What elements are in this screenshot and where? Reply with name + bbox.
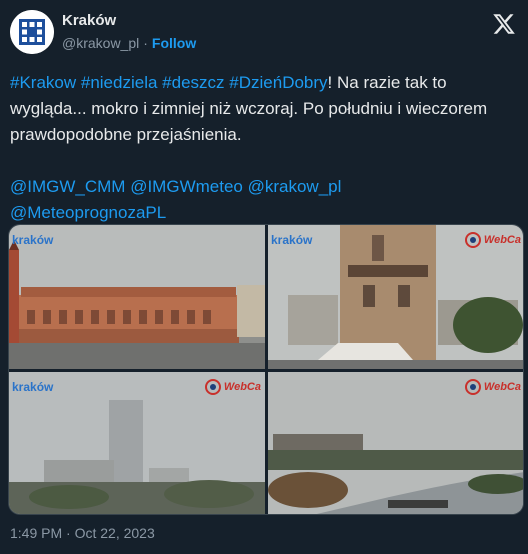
- hashtag[interactable]: #niedziela: [81, 73, 158, 92]
- webcam-image-unity-tower[interactable]: kraków WebCa: [9, 372, 265, 514]
- tweet-text: #Krakow #niedziela #deszcz #DzieńDobry! …: [10, 70, 520, 226]
- hashtag[interactable]: #DzieńDobry: [229, 73, 327, 92]
- tweet-timestamp[interactable]: 1:49 PM · Oct 22, 2023: [10, 525, 155, 541]
- camera-label: kraków: [271, 233, 313, 247]
- webcam-image-town-hall-tower[interactable]: kraków WebCa: [268, 225, 523, 369]
- x-logo-icon[interactable]: [492, 12, 516, 36]
- camera-label: kraków: [12, 233, 54, 247]
- webcam-image-vistula-river[interactable]: WebCa: [268, 372, 523, 514]
- webcam-brand: WebCa: [223, 381, 261, 393]
- handle-row: @krakow_pl · Follow: [62, 35, 196, 51]
- media-grid: kraków kraków WebCa kraków WebCa WebCa: [8, 224, 524, 515]
- hashtag[interactable]: #Krakow: [10, 73, 76, 92]
- tweet-card: Kraków @krakow_pl · Follow #Krakow #niedzi…: [0, 0, 528, 554]
- mention[interactable]: @IMGWmeteo: [130, 177, 243, 196]
- mention[interactable]: @MeteoprognozaPL: [10, 203, 166, 222]
- webcam-logo-icon: [204, 379, 221, 395]
- mentions: @IMGW_CMM @IMGWmeteo @krakow_pl @Meteopro…: [10, 174, 520, 226]
- webcam-logo-icon: [464, 379, 481, 395]
- mention[interactable]: @IMGW_CMM: [10, 177, 125, 196]
- separator: ·: [143, 35, 148, 51]
- webcam-brand: WebCa: [483, 381, 521, 393]
- follow-button[interactable]: Follow: [152, 35, 196, 51]
- krakow-logo-icon: [10, 10, 54, 54]
- webcam-badge: WebCa: [204, 377, 261, 397]
- hashtag[interactable]: #deszcz: [162, 73, 224, 92]
- avatar[interactable]: [10, 10, 54, 54]
- camera-label: kraków: [12, 380, 54, 394]
- webcam-badge: WebCa: [464, 377, 521, 397]
- tweet-paragraph: #Krakow #niedziela #deszcz #DzieńDobry! …: [10, 70, 520, 148]
- webcam-logo-icon: [464, 232, 481, 248]
- webcam-brand: WebCa: [483, 234, 521, 246]
- webcam-image-cloth-hall[interactable]: kraków: [9, 225, 265, 369]
- account-name[interactable]: Kraków: [62, 12, 116, 29]
- mention[interactable]: @krakow_pl: [248, 177, 342, 196]
- webcam-badge: WebCa: [464, 230, 521, 250]
- account-handle[interactable]: @krakow_pl: [62, 35, 139, 51]
